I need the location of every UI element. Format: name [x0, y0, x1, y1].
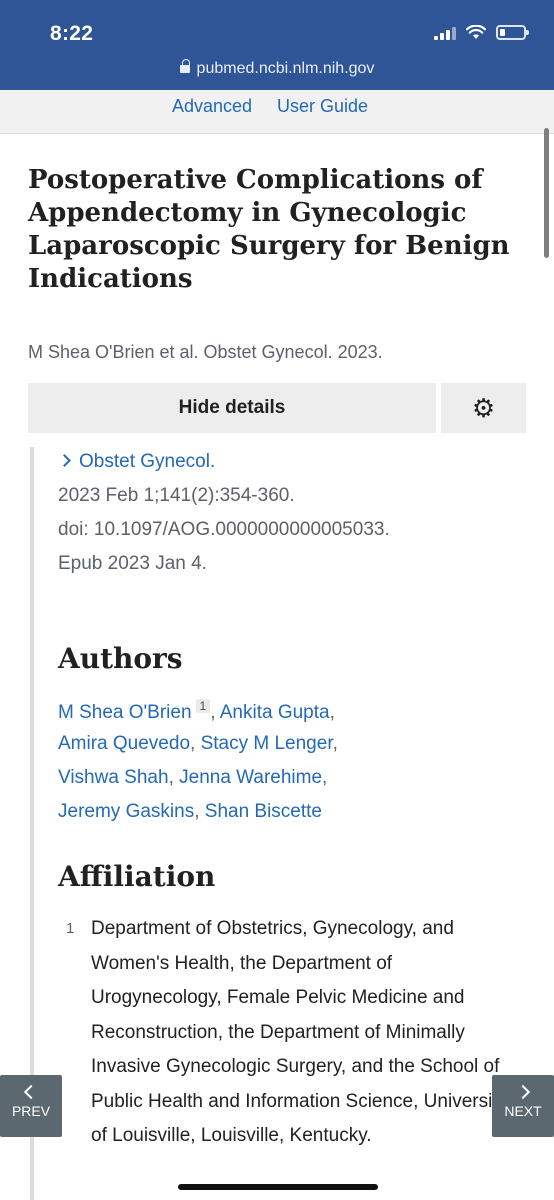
user-guide-link[interactable]: User Guide [277, 96, 368, 117]
search-links-bar: Advanced User Guide [0, 90, 554, 134]
page-scrollbar[interactable] [544, 128, 549, 258]
author-link[interactable]: Vishwa Shah [58, 767, 169, 788]
hide-details-button[interactable]: Hide details [28, 383, 436, 433]
authors-line-4: Jeremy Gaskins, Shan Biscette [58, 801, 323, 822]
authors-heading: Authors [58, 642, 183, 675]
journal-name: Obstet Gynecol. [79, 451, 216, 472]
prev-button[interactable]: PREV [0, 1075, 62, 1137]
author-link[interactable]: Jenna Warehime [179, 767, 322, 788]
author-link[interactable]: Shan Biscette [205, 801, 322, 822]
article-title: Postoperative Complications of Appendect… [28, 165, 510, 294]
authors-line-3: Vishwa Shah, Jenna Warehime, [58, 767, 328, 788]
advanced-search-link[interactable]: Advanced [172, 96, 252, 117]
publication-date: 2023 Feb 1;141(2):354-360. [58, 485, 295, 506]
journal-link[interactable]: Obstet Gynecol. [58, 451, 215, 473]
url-text: pubmed.ncbi.nlm.nih.gov [196, 60, 375, 77]
epub-date: Epub 2023 Jan 4. [58, 553, 207, 574]
display-options-button[interactable]: ⚙ [441, 383, 526, 433]
authors-line-1: M Shea O'Brien 1, Ankita Gupta, [58, 699, 335, 723]
cellular-signal-icon [434, 26, 456, 40]
lock-icon [179, 59, 190, 73]
prev-label: PREV [11, 1103, 51, 1119]
author-link[interactable]: Ankita Gupta [220, 702, 330, 723]
next-button[interactable]: NEXT [492, 1075, 554, 1137]
chevron-right-icon [58, 454, 71, 467]
gear-icon: ⚙ [471, 393, 496, 423]
battery-icon [496, 25, 529, 40]
author-link[interactable]: Amira Quevedo [58, 733, 190, 754]
short-citation: M Shea O'Brien et al. Obstet Gynecol. 20… [28, 342, 383, 362]
home-indicator[interactable] [178, 1184, 378, 1190]
affiliation-text: Department of Obstetrics, Gynecology, an… [91, 918, 508, 1146]
affiliation-ref-badge[interactable]: 1 [195, 699, 211, 713]
status-time: 8:22 [50, 22, 94, 45]
author-link[interactable]: Jeremy Gaskins [58, 801, 194, 822]
status-icons [434, 25, 529, 40]
address-bar[interactable]: pubmed.ncbi.nlm.nih.gov [0, 59, 554, 78]
chevron-left-icon [23, 1084, 39, 1100]
browser-header: 8:22 pubmed.ncbi.nlm.nih.gov [0, 0, 554, 90]
wifi-icon [466, 25, 486, 39]
author-link[interactable]: M Shea O'Brien [58, 702, 192, 723]
affiliation-number: 1 [66, 920, 75, 937]
doi-text: doi: 10.1097/AOG.0000000000005033. [58, 519, 390, 540]
author-link[interactable]: Stacy M Lenger [201, 733, 333, 754]
next-label: NEXT [504, 1103, 542, 1119]
authors-line-2: Amira Quevedo, Stacy M Lenger, [58, 733, 338, 754]
affiliation-heading: Affiliation [58, 860, 216, 893]
chevron-right-icon [515, 1084, 531, 1100]
